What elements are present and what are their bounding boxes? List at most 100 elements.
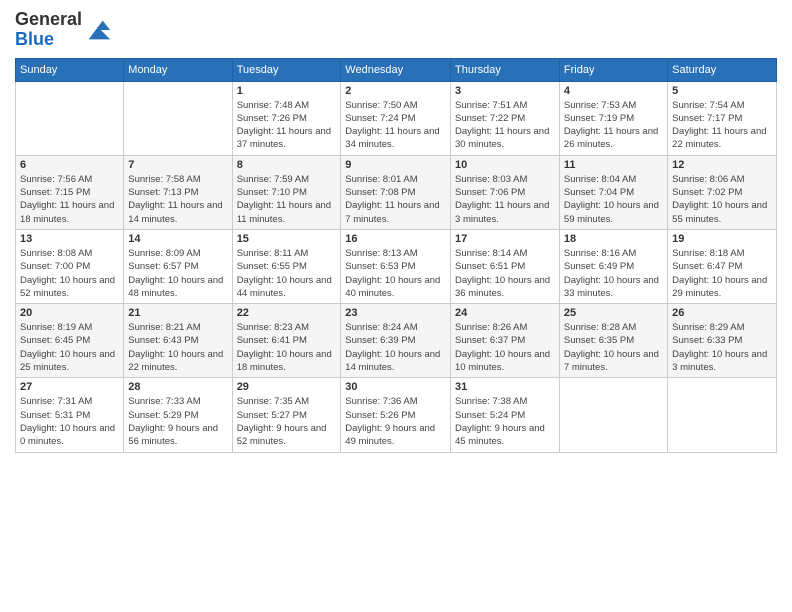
day-number: 27 xyxy=(20,381,119,393)
calendar-week-5: 27 Sunrise: 7:31 AM Sunset: 5:31 PM Dayli… xyxy=(16,378,777,452)
day-number: 28 xyxy=(128,381,227,393)
day-number: 2 xyxy=(345,85,446,97)
day-info: Sunrise: 8:08 AM Sunset: 7:00 PM Dayligh… xyxy=(20,247,119,300)
day-info: Sunrise: 7:50 AM Sunset: 7:24 PM Dayligh… xyxy=(345,99,446,152)
day-number: 14 xyxy=(128,233,227,245)
day-info: Sunrise: 8:29 AM Sunset: 6:33 PM Dayligh… xyxy=(672,321,772,374)
logo: General Blue xyxy=(15,10,112,50)
calendar-table: SundayMondayTuesdayWednesdayThursdayFrid… xyxy=(15,58,777,453)
calendar-cell: 12 Sunrise: 8:06 AM Sunset: 7:02 PM Dayli… xyxy=(668,155,777,229)
day-number: 23 xyxy=(345,307,446,319)
calendar-cell: 13 Sunrise: 8:08 AM Sunset: 7:00 PM Dayli… xyxy=(16,229,124,303)
weekday-header-saturday: Saturday xyxy=(668,58,777,81)
day-number: 1 xyxy=(237,85,337,97)
calendar-cell: 28 Sunrise: 7:33 AM Sunset: 5:29 PM Dayli… xyxy=(124,378,232,452)
day-info: Sunrise: 8:01 AM Sunset: 7:08 PM Dayligh… xyxy=(345,173,446,226)
calendar-cell: 9 Sunrise: 8:01 AM Sunset: 7:08 PM Daylig… xyxy=(341,155,451,229)
calendar-cell: 6Sunrise: 7:56 AM Sunset: 7:15 PM Daylig… xyxy=(16,155,124,229)
calendar-cell: 16Sunrise: 8:13 AM Sunset: 6:53 PM Dayli… xyxy=(341,229,451,303)
day-number: 3 xyxy=(455,85,555,97)
calendar-cell: 24Sunrise: 8:26 AM Sunset: 6:37 PM Dayli… xyxy=(451,304,560,378)
calendar-cell: 8Sunrise: 7:59 AM Sunset: 7:10 PM Daylig… xyxy=(232,155,341,229)
day-number: 6 xyxy=(20,159,119,171)
day-number: 13 xyxy=(20,233,119,245)
day-info: Sunrise: 7:36 AM Sunset: 5:26 PM Dayligh… xyxy=(345,395,446,448)
day-number: 24 xyxy=(455,307,555,319)
weekday-header-tuesday: Tuesday xyxy=(232,58,341,81)
day-info: Sunrise: 8:13 AM Sunset: 6:53 PM Dayligh… xyxy=(345,247,446,300)
day-info: Sunrise: 8:19 AM Sunset: 6:45 PM Dayligh… xyxy=(20,321,119,374)
day-number: 22 xyxy=(237,307,337,319)
calendar-cell: 22Sunrise: 8:23 AM Sunset: 6:41 PM Dayli… xyxy=(232,304,341,378)
calendar-cell: 30 Sunrise: 7:36 AM Sunset: 5:26 PM Dayli… xyxy=(341,378,451,452)
calendar-cell xyxy=(668,378,777,452)
calendar-cell xyxy=(16,81,124,155)
weekday-header-sunday: Sunday xyxy=(16,58,124,81)
day-info: Sunrise: 7:58 AM Sunset: 7:13 PM Dayligh… xyxy=(128,173,227,226)
day-info: Sunrise: 8:16 AM Sunset: 6:49 PM Dayligh… xyxy=(564,247,663,300)
calendar-cell: 7 Sunrise: 7:58 AM Sunset: 7:13 PM Daylig… xyxy=(124,155,232,229)
weekday-header-friday: Friday xyxy=(559,58,667,81)
day-info: Sunrise: 7:33 AM Sunset: 5:29 PM Dayligh… xyxy=(128,395,227,448)
day-info: Sunrise: 8:24 AM Sunset: 6:39 PM Dayligh… xyxy=(345,321,446,374)
day-number: 12 xyxy=(672,159,772,171)
calendar-cell: 31 Sunrise: 7:38 AM Sunset: 5:24 PM Dayli… xyxy=(451,378,560,452)
calendar-cell: 10 Sunrise: 8:03 AM Sunset: 7:06 PM Dayli… xyxy=(451,155,560,229)
day-info: Sunrise: 8:09 AM Sunset: 6:57 PM Dayligh… xyxy=(128,247,227,300)
day-info: Sunrise: 8:06 AM Sunset: 7:02 PM Dayligh… xyxy=(672,173,772,226)
calendar-week-2: 6Sunrise: 7:56 AM Sunset: 7:15 PM Daylig… xyxy=(16,155,777,229)
day-info: Sunrise: 8:11 AM Sunset: 6:55 PM Dayligh… xyxy=(237,247,337,300)
calendar-cell: 21 Sunrise: 8:21 AM Sunset: 6:43 PM Dayli… xyxy=(124,304,232,378)
day-number: 10 xyxy=(455,159,555,171)
calendar-cell: 23 Sunrise: 8:24 AM Sunset: 6:39 PM Dayli… xyxy=(341,304,451,378)
logo-general: General xyxy=(15,10,82,30)
day-info: Sunrise: 8:14 AM Sunset: 6:51 PM Dayligh… xyxy=(455,247,555,300)
logo-blue: Blue xyxy=(15,30,82,50)
weekday-header-thursday: Thursday xyxy=(451,58,560,81)
day-number: 21 xyxy=(128,307,227,319)
day-info: Sunrise: 8:03 AM Sunset: 7:06 PM Dayligh… xyxy=(455,173,555,226)
calendar-week-1: 1 Sunrise: 7:48 AM Sunset: 7:26 PM Daylig… xyxy=(16,81,777,155)
day-info: Sunrise: 8:28 AM Sunset: 6:35 PM Dayligh… xyxy=(564,321,663,374)
day-info: Sunrise: 7:35 AM Sunset: 5:27 PM Dayligh… xyxy=(237,395,337,448)
calendar-cell: 2 Sunrise: 7:50 AM Sunset: 7:24 PM Daylig… xyxy=(341,81,451,155)
calendar-cell: 20 Sunrise: 8:19 AM Sunset: 6:45 PM Dayli… xyxy=(16,304,124,378)
weekday-header-wednesday: Wednesday xyxy=(341,58,451,81)
calendar-cell: 17Sunrise: 8:14 AM Sunset: 6:51 PM Dayli… xyxy=(451,229,560,303)
day-number: 30 xyxy=(345,381,446,393)
day-info: Sunrise: 7:38 AM Sunset: 5:24 PM Dayligh… xyxy=(455,395,555,448)
day-info: Sunrise: 7:48 AM Sunset: 7:26 PM Dayligh… xyxy=(237,99,337,152)
day-info: Sunrise: 8:18 AM Sunset: 6:47 PM Dayligh… xyxy=(672,247,772,300)
weekday-header-row: SundayMondayTuesdayWednesdayThursdayFrid… xyxy=(16,58,777,81)
day-number: 26 xyxy=(672,307,772,319)
calendar-cell: 4 Sunrise: 7:53 AM Sunset: 7:19 PM Daylig… xyxy=(559,81,667,155)
calendar-cell: 5Sunrise: 7:54 AM Sunset: 7:17 PM Daylig… xyxy=(668,81,777,155)
calendar-cell: 26 Sunrise: 8:29 AM Sunset: 6:33 PM Dayli… xyxy=(668,304,777,378)
calendar-cell xyxy=(559,378,667,452)
day-info: Sunrise: 7:59 AM Sunset: 7:10 PM Dayligh… xyxy=(237,173,337,226)
calendar-cell: 11Sunrise: 8:04 AM Sunset: 7:04 PM Dayli… xyxy=(559,155,667,229)
calendar-week-3: 13 Sunrise: 8:08 AM Sunset: 7:00 PM Dayli… xyxy=(16,229,777,303)
day-number: 4 xyxy=(564,85,663,97)
day-info: Sunrise: 7:53 AM Sunset: 7:19 PM Dayligh… xyxy=(564,99,663,152)
day-number: 31 xyxy=(455,381,555,393)
day-number: 18 xyxy=(564,233,663,245)
day-info: Sunrise: 7:31 AM Sunset: 5:31 PM Dayligh… xyxy=(20,395,119,448)
logo-icon xyxy=(84,16,112,44)
day-info: Sunrise: 7:51 AM Sunset: 7:22 PM Dayligh… xyxy=(455,99,555,152)
calendar-cell: 25Sunrise: 8:28 AM Sunset: 6:35 PM Dayli… xyxy=(559,304,667,378)
calendar-cell: 27 Sunrise: 7:31 AM Sunset: 5:31 PM Dayli… xyxy=(16,378,124,452)
calendar-cell: 29Sunrise: 7:35 AM Sunset: 5:27 PM Dayli… xyxy=(232,378,341,452)
day-number: 9 xyxy=(345,159,446,171)
calendar-cell xyxy=(124,81,232,155)
calendar-cell: 19Sunrise: 8:18 AM Sunset: 6:47 PM Dayli… xyxy=(668,229,777,303)
day-number: 15 xyxy=(237,233,337,245)
day-info: Sunrise: 8:21 AM Sunset: 6:43 PM Dayligh… xyxy=(128,321,227,374)
day-number: 20 xyxy=(20,307,119,319)
day-number: 7 xyxy=(128,159,227,171)
day-info: Sunrise: 7:54 AM Sunset: 7:17 PM Dayligh… xyxy=(672,99,772,152)
weekday-header-monday: Monday xyxy=(124,58,232,81)
calendar-cell: 3 Sunrise: 7:51 AM Sunset: 7:22 PM Daylig… xyxy=(451,81,560,155)
calendar-cell: 15 Sunrise: 8:11 AM Sunset: 6:55 PM Dayli… xyxy=(232,229,341,303)
page-header: General Blue xyxy=(15,10,777,50)
